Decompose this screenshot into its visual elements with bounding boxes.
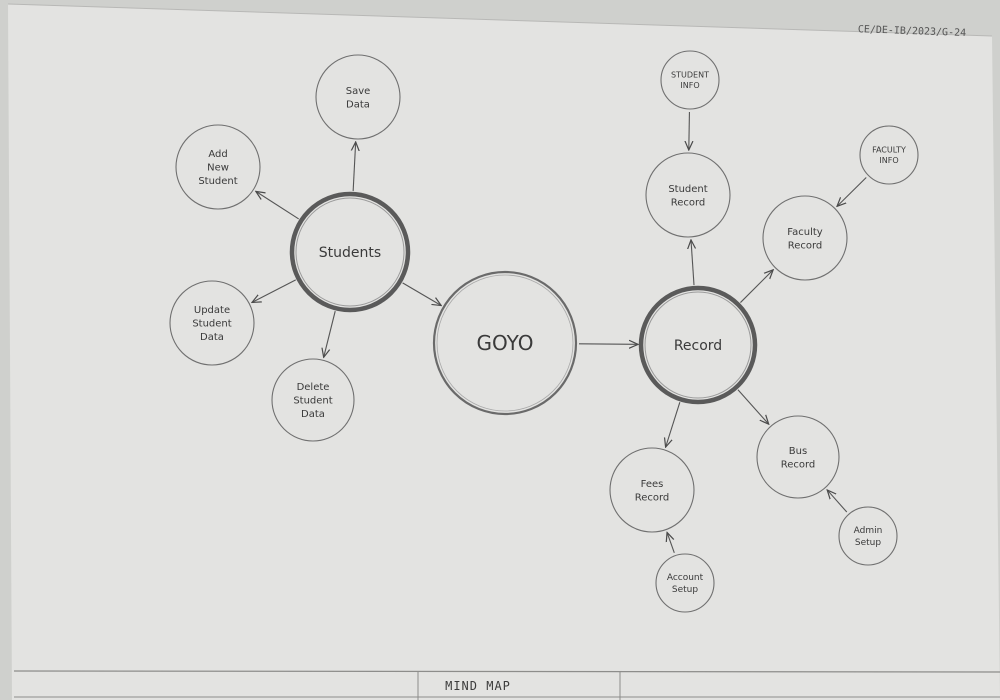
node-add-new-student-label-line-3: Student xyxy=(198,176,237,187)
node-delete-student-data-label-line-1: Delete xyxy=(297,382,330,393)
arrow-student-info-to-student-record xyxy=(689,111,690,150)
node-add-new-student-label-line-1: Add xyxy=(208,149,227,160)
node-faculty-record-label-line-2: Record xyxy=(788,240,823,251)
node-students-label-line-1: Students xyxy=(319,245,381,261)
node-student-record-label-line-1: Student xyxy=(668,184,707,195)
node-delete-student-data-label-line-2: Student xyxy=(293,396,332,407)
node-student-info-label-line-2: INFO xyxy=(680,81,699,90)
node-delete-student-data-label-line-3: Data xyxy=(301,409,325,420)
node-update-student-data-label-line-2: Student xyxy=(192,319,231,330)
mind-map-canvas: CE/DE-IB/2023/G-24 MIND MAP GOYOStudents… xyxy=(7,3,1000,700)
node-save-data-label-line-1: Save xyxy=(346,86,371,97)
node-center-label-line-1: GOYO xyxy=(476,331,533,355)
node-save-data-label-line-2: Data xyxy=(346,99,370,110)
node-faculty-record-label-line-1: Faculty xyxy=(787,227,822,238)
node-bus-record-label-line-2: Record xyxy=(781,459,816,470)
node-admin-setup-label-line-2: Setup xyxy=(855,538,881,548)
node-faculty-info-label-line-1: FACULTY xyxy=(872,145,906,154)
node-add-new-student-label-line-2: New xyxy=(207,163,229,174)
node-update-student-data-label-line-1: Update xyxy=(194,305,230,316)
node-update-student-data-label-line-3: Data xyxy=(200,332,224,343)
node-bus-record-label-line-1: Bus xyxy=(789,446,807,457)
node-fees-record-label-line-1: Fees xyxy=(641,479,664,490)
arrow-center-to-record xyxy=(578,344,638,345)
node-fees-record-label-line-2: Record xyxy=(635,492,670,503)
node-record-label-line-1: Record xyxy=(674,338,722,354)
node-account-setup-label-line-1: Account xyxy=(667,573,704,583)
node-faculty-info-label-line-2: INFO xyxy=(879,156,898,165)
node-admin-setup-label-line-1: Admin xyxy=(854,526,883,536)
node-student-info-label-line-1: STUDENT xyxy=(671,70,709,79)
footer-title: MIND MAP xyxy=(445,679,511,693)
node-student-record-label-line-2: Record xyxy=(671,197,706,208)
node-account-setup-label-line-2: Setup xyxy=(672,585,698,595)
